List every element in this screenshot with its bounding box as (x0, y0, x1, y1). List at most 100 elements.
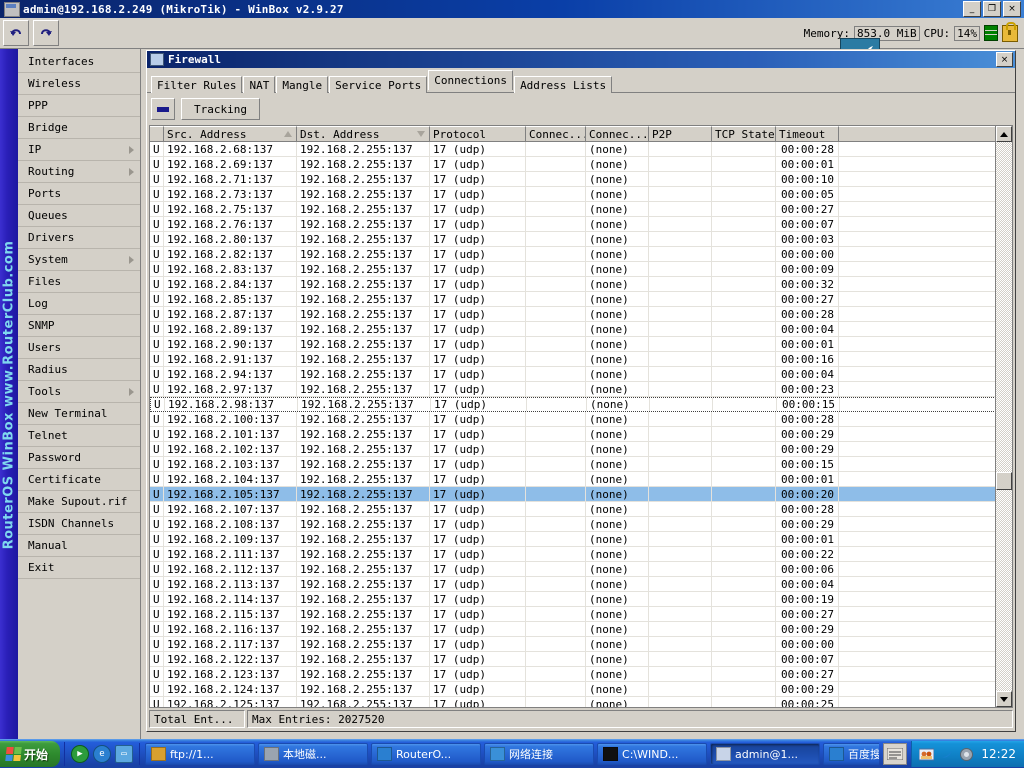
table-row[interactable]: U 192.168.2.98:137 192.168.2.255:137 17 (ud… (150, 397, 1012, 412)
table-row[interactable]: U 192.168.2.108:137 192.168.2.255:137 17 (u… (150, 517, 1012, 532)
table-row[interactable]: U 192.168.2.101:137 192.168.2.255:137 17 (u… (150, 427, 1012, 442)
tab-filter-rules[interactable]: Filter Rules (151, 76, 243, 93)
column-header-timeout[interactable]: Timeout (776, 126, 839, 141)
table-row[interactable]: U 192.168.2.85:137 192.168.2.255:137 17 (ud… (150, 292, 1012, 307)
internet-explorer-icon[interactable]: e (93, 745, 112, 763)
table-row[interactable]: U 192.168.2.82:137 192.168.2.255:137 17 (ud… (150, 247, 1012, 262)
table-vertical-scrollbar[interactable] (995, 126, 1012, 707)
tab-connections[interactable]: Connections (428, 70, 514, 90)
table-row[interactable]: U 192.168.2.84:137 192.168.2.255:137 17 (ud… (150, 277, 1012, 292)
sidebar-item-ports[interactable]: Ports (18, 183, 140, 205)
table-row[interactable]: U 192.168.2.71:137 192.168.2.255:137 17 (ud… (150, 172, 1012, 187)
column-header-tcp[interactable]: TCP State (712, 126, 776, 141)
table-row[interactable]: U 192.168.2.80:137 192.168.2.255:137 17 (ud… (150, 232, 1012, 247)
table-row[interactable]: U 192.168.2.114:137 192.168.2.255:137 17 (u… (150, 592, 1012, 607)
mikrotik-bird-tray-icon[interactable] (939, 747, 954, 762)
window-title-bar[interactable]: admin@192.168.2.249 (MikroTik) - WinBox … (0, 0, 1024, 18)
column-header-proto[interactable]: Protocol (430, 126, 526, 141)
column-header-cn1[interactable]: Connec... (526, 126, 586, 141)
table-row[interactable]: U 192.168.2.83:137 192.168.2.255:137 17 (ud… (150, 262, 1012, 277)
table-row[interactable]: U 192.168.2.116:137 192.168.2.255:137 17 (u… (150, 622, 1012, 637)
column-header-src[interactable]: Src. Address (164, 126, 297, 141)
sidebar-item-isdn-channels[interactable]: ISDN Channels (18, 513, 140, 535)
sidebar-item-snmp[interactable]: SNMP (18, 315, 140, 337)
sidebar-item-routing[interactable]: Routing (18, 161, 140, 183)
tracking-button[interactable]: Tracking (181, 98, 260, 120)
volume-icon[interactable] (959, 747, 974, 762)
table-row[interactable]: U 192.168.2.94:137 192.168.2.255:137 17 (ud… (150, 367, 1012, 382)
sidebar-item-password[interactable]: Password (18, 447, 140, 469)
redo-arrow-icon[interactable] (33, 20, 59, 46)
sidebar-item-bridge[interactable]: Bridge (18, 117, 140, 139)
tab-mangle[interactable]: Mangle (276, 76, 329, 93)
scroll-up-button[interactable] (996, 126, 1012, 142)
scrollbar-track[interactable] (996, 142, 1012, 691)
table-row[interactable]: U 192.168.2.115:137 192.168.2.255:137 17 (u… (150, 607, 1012, 622)
maximize-button[interactable]: ❐ (983, 1, 1001, 17)
table-row[interactable]: U 192.168.2.117:137 192.168.2.255:137 17 (u… (150, 637, 1012, 652)
column-header-cn2[interactable]: Connec... (586, 126, 649, 141)
table-row[interactable]: U 192.168.2.100:137 192.168.2.255:137 17 (u… (150, 412, 1012, 427)
table-row[interactable]: U 192.168.2.90:137 192.168.2.255:137 17 (ud… (150, 337, 1012, 352)
language-bar-icon[interactable] (883, 743, 908, 765)
firewall-title-bar[interactable]: Firewall × (147, 51, 1015, 68)
table-row[interactable]: U 192.168.2.125:137 192.168.2.255:137 17 (u… (150, 697, 1012, 707)
tab-address-lists[interactable]: Address Lists (514, 76, 613, 93)
taskbar-task-button[interactable]: 网络连接 (484, 743, 595, 765)
table-row[interactable]: U 192.168.2.112:137 192.168.2.255:137 17 (u… (150, 562, 1012, 577)
sidebar-item-exit[interactable]: Exit (18, 557, 140, 579)
sidebar-item-make-supout-rif[interactable]: Make Supout.rif (18, 491, 140, 513)
table-row[interactable]: U 192.168.2.87:137 192.168.2.255:137 17 (ud… (150, 307, 1012, 322)
table-row[interactable]: U 192.168.2.91:137 192.168.2.255:137 17 (ud… (150, 352, 1012, 367)
sidebar-item-certificate[interactable]: Certificate (18, 469, 140, 491)
firewall-close-button[interactable]: × (996, 52, 1013, 67)
tab-service-ports[interactable]: Service Ports (329, 76, 428, 93)
sidebar-item-wireless[interactable]: Wireless (18, 73, 140, 95)
sidebar-item-tools[interactable]: Tools (18, 381, 140, 403)
taskbar-task-button[interactable]: C:\WIND... (597, 743, 708, 765)
table-row[interactable]: U 192.168.2.104:137 192.168.2.255:137 17 (u… (150, 472, 1012, 487)
sidebar-item-interfaces[interactable]: Interfaces (18, 51, 140, 73)
sidebar-item-users[interactable]: Users (18, 337, 140, 359)
table-row[interactable]: U 192.168.2.107:137 192.168.2.255:137 17 (u… (150, 502, 1012, 517)
sidebar-item-files[interactable]: Files (18, 271, 140, 293)
table-row[interactable]: U 192.168.2.73:137 192.168.2.255:137 17 (ud… (150, 187, 1012, 202)
table-row[interactable]: U 192.168.2.68:137 192.168.2.255:137 17 (ud… (150, 142, 1012, 157)
scroll-down-button[interactable] (996, 691, 1012, 707)
sidebar-item-telnet[interactable]: Telnet (18, 425, 140, 447)
sidebar-item-drivers[interactable]: Drivers (18, 227, 140, 249)
table-row[interactable]: U 192.168.2.75:137 192.168.2.255:137 17 (ud… (150, 202, 1012, 217)
connections-table-body[interactable]: U 192.168.2.68:137 192.168.2.255:137 17 (ud… (150, 142, 1012, 707)
column-header-dst[interactable]: Dst. Address (297, 126, 430, 141)
table-row[interactable]: U 192.168.2.97:137 192.168.2.255:137 17 (ud… (150, 382, 1012, 397)
column-header-flag[interactable] (150, 126, 164, 141)
table-row[interactable]: U 192.168.2.103:137 192.168.2.255:137 17 (u… (150, 457, 1012, 472)
table-row[interactable]: U 192.168.2.124:137 192.168.2.255:137 17 (u… (150, 682, 1012, 697)
close-button[interactable]: × (1003, 1, 1021, 17)
table-row[interactable]: U 192.168.2.111:137 192.168.2.255:137 17 (u… (150, 547, 1012, 562)
start-button[interactable]: 开始 (0, 741, 61, 767)
undo-arrow-icon[interactable] (3, 20, 29, 46)
sidebar-item-system[interactable]: System (18, 249, 140, 271)
tab-nat[interactable]: NAT (243, 76, 276, 93)
taskbar-task-button[interactable]: ftp://1... (145, 743, 256, 765)
scrollbar-thumb[interactable] (996, 472, 1012, 490)
sidebar-item-ip[interactable]: IP (18, 139, 140, 161)
column-header-p2p[interactable]: P2P (649, 126, 712, 141)
taskbar-task-button[interactable]: RouterO... (371, 743, 482, 765)
sidebar-item-ppp[interactable]: PPP (18, 95, 140, 117)
sidebar-item-log[interactable]: Log (18, 293, 140, 315)
network-people-icon[interactable] (918, 747, 935, 762)
sidebar-item-manual[interactable]: Manual (18, 535, 140, 557)
sidebar-item-new-terminal[interactable]: New Terminal (18, 403, 140, 425)
minimize-button[interactable]: _ (963, 1, 981, 17)
taskbar-task-button[interactable]: 本地磁... (258, 743, 369, 765)
table-row[interactable]: U 192.168.2.123:137 192.168.2.255:137 17 (u… (150, 667, 1012, 682)
taskbar-clock[interactable]: 12:22 (979, 747, 1018, 761)
sidebar-item-queues[interactable]: Queues (18, 205, 140, 227)
show-desktop-icon[interactable]: ▭ (115, 745, 134, 763)
table-row[interactable]: U 192.168.2.122:137 192.168.2.255:137 17 (u… (150, 652, 1012, 667)
sidebar-item-radius[interactable]: Radius (18, 359, 140, 381)
column-header-rest[interactable] (839, 126, 1012, 141)
taskbar-task-button[interactable]: 百度搜... (823, 743, 880, 765)
